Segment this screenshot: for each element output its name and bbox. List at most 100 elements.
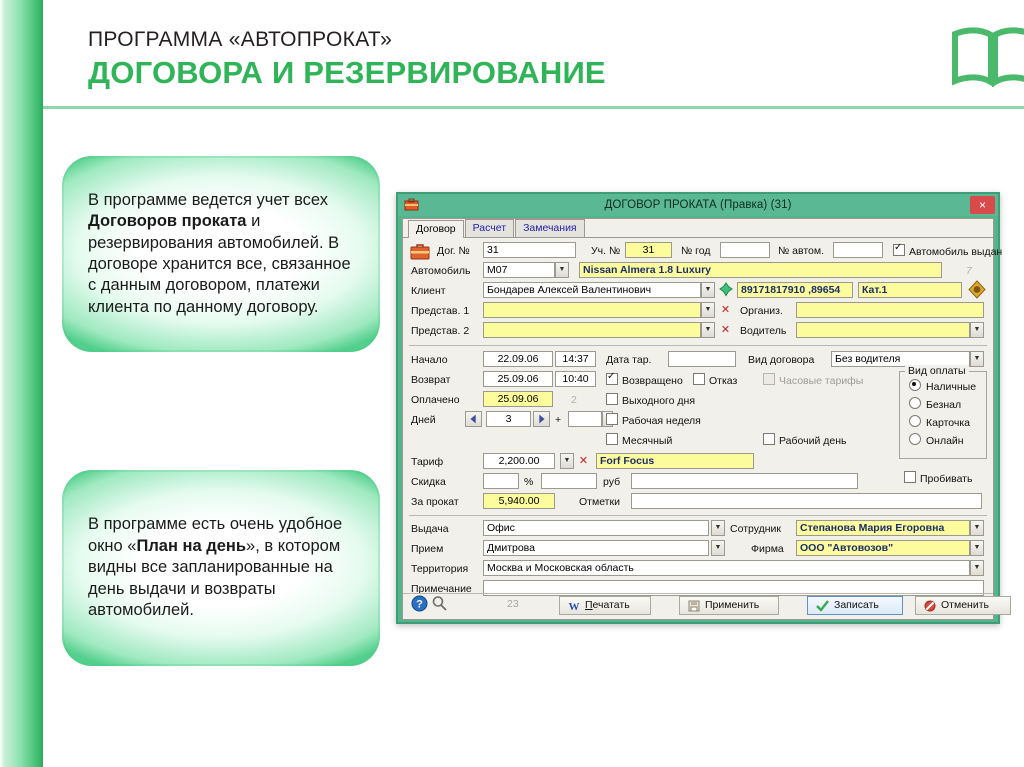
checkbox-probivat[interactable]: Пробивать <box>904 471 972 486</box>
input-uch-number[interactable]: 31 <box>625 242 672 258</box>
input-territoriya[interactable]: Москва и Московская область <box>483 560 970 576</box>
gold-diamond-icon[interactable] <box>968 280 986 299</box>
help-question-icon[interactable]: ? <box>411 595 428 612</box>
chevron-down-icon[interactable]: ▼ <box>970 520 984 536</box>
print-button[interactable]: W Печатать <box>559 596 651 615</box>
print-accel: П <box>585 599 593 611</box>
checkbox-car-issued[interactable]: Автомобиль выдан <box>893 241 1002 259</box>
tabstrip: Договор Расчет Замечания <box>403 219 993 238</box>
clear-tarif-icon[interactable]: ✕ <box>577 454 590 468</box>
checkbox-box <box>606 393 618 405</box>
checkbox-work-week[interactable]: Рабочая неделя <box>606 413 701 428</box>
input-skidka-rub[interactable] <box>541 473 597 489</box>
input-predstav-2[interactable] <box>483 322 701 338</box>
chevron-down-icon[interactable]: ▼ <box>560 453 574 469</box>
checkbox-work-day[interactable]: Рабочий день <box>763 433 846 448</box>
input-client-name[interactable]: Бондарев Алексей Валентинович <box>483 282 701 298</box>
input-data-tar[interactable] <box>668 351 736 367</box>
radio-beznal[interactable]: Безнал <box>909 397 961 412</box>
input-return-date[interactable]: 25.09.06 <box>483 371 553 387</box>
input-car-code[interactable]: M07 <box>483 262 555 278</box>
input-start-time[interactable]: 14:37 <box>555 351 596 367</box>
input-return-time[interactable]: 10:40 <box>555 371 596 387</box>
label-tarif: Тариф <box>411 456 444 468</box>
checkbox-box <box>606 413 618 425</box>
radio-label: Карточка <box>926 417 970 429</box>
radio-onlayn[interactable]: Онлайн <box>909 433 964 448</box>
checkbox-box <box>763 373 775 385</box>
label-sotrudnik: Сотрудник <box>730 523 782 535</box>
input-predstav-1[interactable] <box>483 302 701 318</box>
clear-predstav-2-icon[interactable]: ✕ <box>719 323 732 337</box>
days-increment-button[interactable] <box>533 411 550 427</box>
input-dog-number[interactable]: 31 <box>483 242 576 258</box>
label-days-plus: + <box>555 414 562 426</box>
input-organiz[interactable] <box>796 302 984 318</box>
checkbox-refusal[interactable]: Отказ <box>693 373 737 388</box>
payment-type-title: Вид оплаты <box>905 365 969 377</box>
input-za-prokat[interactable]: 5,940.00 <box>483 493 555 509</box>
label-priem: Прием <box>411 543 444 555</box>
input-otmetki[interactable] <box>631 493 982 509</box>
input-priem[interactable]: Дмитрова <box>483 540 709 556</box>
input-start-date[interactable]: 22.09.06 <box>483 351 553 367</box>
input-car-name[interactable]: Nissan Almera 1.8 Luxury <box>579 262 942 278</box>
label-organiz: Организ. <box>740 305 783 317</box>
chevron-down-icon[interactable]: ▼ <box>970 322 984 338</box>
checkbox-box <box>606 433 618 445</box>
label-klient: Клиент <box>411 285 446 297</box>
input-paid-date[interactable]: 25.09.06 <box>483 391 553 407</box>
radio-circle <box>909 397 921 409</box>
input-client-phone[interactable]: 89171817910 ,89654 <box>737 282 853 298</box>
cancel-button[interactable]: Отменить <box>915 596 1011 615</box>
input-client-category[interactable]: Кат.1 <box>858 282 962 298</box>
input-skidka-note[interactable] <box>631 473 858 489</box>
checkbox-label: Рабочий день <box>779 435 847 447</box>
dialog-titlebar[interactable]: ДОГОВОР ПРОКАТА (Правка) (31) × <box>398 194 998 216</box>
input-tarif-value[interactable]: 2,200.00 <box>483 453 555 469</box>
paid-counter: 2 <box>571 394 577 406</box>
chevron-down-icon[interactable]: ▼ <box>970 540 984 556</box>
radio-nalichnye[interactable]: Наличные <box>909 379 976 394</box>
label-nomer-god: № год <box>681 245 711 257</box>
checkbox-returned[interactable]: Возвращено <box>606 370 683 388</box>
apply-button[interactable]: Применить <box>679 596 779 615</box>
input-sotrudnik[interactable]: Степанова Мария Егоровна <box>796 520 970 536</box>
input-nomer-god[interactable] <box>720 242 770 258</box>
chevron-down-icon[interactable]: ▼ <box>701 322 715 338</box>
magnifier-icon[interactable] <box>431 595 448 612</box>
checkbox-weekend-day[interactable]: Выходного дня <box>606 393 695 408</box>
label-za-prokat: За прокат <box>411 496 459 508</box>
green-cross-icon[interactable] <box>719 282 733 297</box>
label-avtomobil: Автомобиль <box>411 265 471 277</box>
tab-zamechaniya[interactable]: Замечания <box>515 219 585 237</box>
input-tarif-name[interactable]: Forf Focus <box>596 453 754 469</box>
floppy-save-icon <box>688 600 700 611</box>
green-check-icon <box>816 599 829 612</box>
chevron-down-icon[interactable]: ▼ <box>970 560 984 576</box>
label-oplacheno: Оплачено <box>411 394 460 406</box>
checkbox-monthly[interactable]: Месячный <box>606 433 672 448</box>
days-decrement-button[interactable] <box>465 411 482 427</box>
input-vydacha[interactable]: Офис <box>483 520 709 536</box>
radio-kartochka[interactable]: Карточка <box>909 415 970 430</box>
label-rub: руб <box>603 476 621 488</box>
chevron-down-icon[interactable]: ▼ <box>970 351 984 367</box>
input-days-extra[interactable] <box>568 411 602 427</box>
input-voditel[interactable] <box>796 322 970 338</box>
tab-raschet[interactable]: Расчет <box>464 219 515 237</box>
save-button[interactable]: Записать <box>807 596 903 615</box>
chevron-down-icon[interactable]: ▼ <box>711 520 725 536</box>
tab-dogovor[interactable]: Договор <box>408 220 464 238</box>
red-cancel-icon <box>924 600 936 611</box>
chevron-down-icon[interactable]: ▼ <box>701 302 715 318</box>
chevron-down-icon[interactable]: ▼ <box>555 262 569 278</box>
input-nomer-avtom[interactable] <box>833 242 883 258</box>
input-firma[interactable]: ООО "Автовозов" <box>796 540 970 556</box>
chevron-down-icon[interactable]: ▼ <box>701 282 715 298</box>
input-days[interactable]: 3 <box>486 411 531 427</box>
clear-predstav-1-icon[interactable]: ✕ <box>719 303 732 317</box>
chevron-down-icon[interactable]: ▼ <box>711 540 725 556</box>
input-skidka-percent[interactable] <box>483 473 519 489</box>
close-icon[interactable]: × <box>970 196 995 214</box>
